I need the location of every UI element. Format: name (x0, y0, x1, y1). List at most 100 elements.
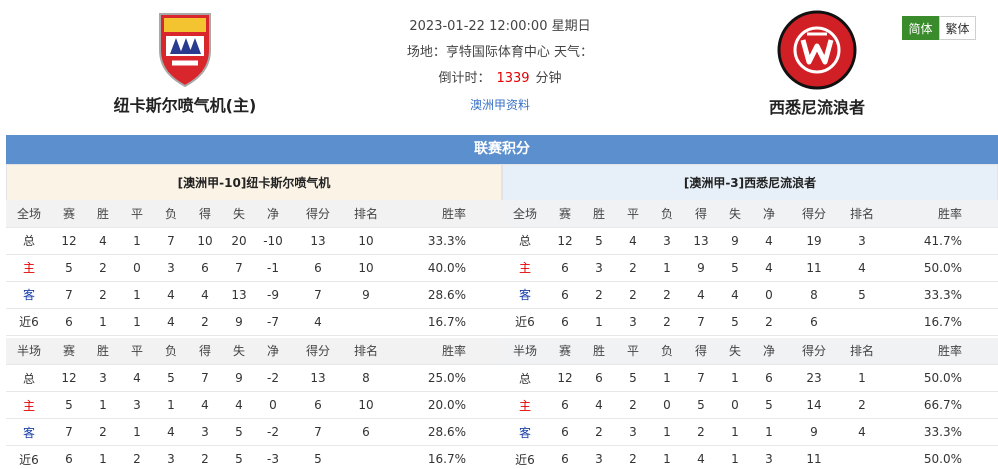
stat-cell: 7 (52, 418, 86, 446)
column-header: 排名 (346, 337, 386, 365)
stat-cell: 14 (786, 391, 842, 419)
away-team[interactable]: 西悉尼流浪者 (717, 10, 917, 118)
stat-cell: 11 (786, 254, 842, 282)
stat-cell (346, 308, 386, 336)
stat-cell: 6 (346, 418, 386, 446)
row-label[interactable]: 客 (502, 281, 548, 309)
column-header: 胜率 (882, 200, 998, 228)
row-label: 近6 (6, 308, 52, 336)
newcastle-jets-logo-icon (159, 13, 211, 88)
home-full-table: 全场赛胜平负得失净得分 排名 胜率总 12 4 1 7 10 20 -10 13 10 33.3% 主 5 2… (6, 200, 502, 336)
row-label[interactable]: 客 (6, 281, 52, 309)
row-label: 近6 (502, 445, 548, 469)
stat-cell: 4 (154, 308, 188, 336)
stat-cell: 6 (52, 308, 86, 336)
stat-cell: 6 (786, 308, 842, 336)
row-label[interactable]: 主 (6, 254, 52, 282)
stat-cell: 4 (290, 308, 346, 336)
stat-cell: 7 (290, 418, 346, 446)
table-row: 近6 6 1 3 2 7 5 2 6 16.7% (502, 308, 998, 336)
stat-cell: 13 (290, 227, 346, 255)
stat-cell: 9 (222, 308, 256, 336)
row-label: 近6 (6, 445, 52, 469)
stat-cell: 10 (346, 254, 386, 282)
stat-cell: 3 (616, 308, 650, 336)
stat-cell: 1 (718, 418, 752, 446)
stat-cell: 2 (616, 391, 650, 419)
traditional-chinese-button[interactable]: 繁体 (939, 16, 976, 40)
league-info-link[interactable]: 澳洲甲资料 (470, 98, 530, 112)
simplified-chinese-button[interactable]: 简体 (902, 16, 939, 40)
column-header: 赛 (52, 200, 86, 228)
stat-cell: 6 (548, 391, 582, 419)
stat-cell: 6 (548, 281, 582, 309)
stat-cell: 2 (650, 308, 684, 336)
stat-cell: 1 (842, 364, 882, 392)
column-header: 失 (222, 200, 256, 228)
column-header: 平 (616, 200, 650, 228)
stat-cell: 4 (188, 391, 222, 419)
column-header: 全场 (6, 200, 52, 228)
stat-cell (842, 308, 882, 336)
row-label[interactable]: 主 (6, 391, 52, 419)
stat-cell: 50.0% (882, 445, 998, 469)
stat-cell: 1 (86, 391, 120, 419)
stat-cell: 0 (752, 281, 786, 309)
stat-cell: 3 (154, 445, 188, 469)
row-label: 总 (6, 227, 52, 255)
stat-cell: 3 (582, 445, 616, 469)
column-header: 排名 (346, 200, 386, 228)
away-half-table: 半场赛胜平负得失净得分 排名 胜率总 12 6 5 1 7 1 6 23 1 50.0% 主 6 4 2 0 5 0 5… (502, 337, 998, 469)
stat-cell: 2 (616, 281, 650, 309)
stat-cell: 2 (650, 281, 684, 309)
row-label[interactable]: 主 (502, 254, 548, 282)
row-label[interactable]: 主 (502, 391, 548, 419)
column-header: 得分 (786, 337, 842, 365)
stat-cell: 6 (548, 445, 582, 469)
column-header: 净 (256, 200, 290, 228)
stat-cell: 5 (616, 364, 650, 392)
column-header: 得 (684, 337, 718, 365)
stat-cell: 50.0% (882, 364, 998, 392)
column-header: 半场 (6, 337, 52, 365)
stat-cell: 9 (684, 254, 718, 282)
match-datetime: 2023-01-22 12:00:00 星期日 (409, 19, 591, 34)
column-header: 平 (120, 337, 154, 365)
stat-cell: 9 (346, 281, 386, 309)
table-row: 客 7 2 1 4 4 13 -9 7 9 28.6% (6, 281, 502, 309)
stat-cell: 12 (52, 364, 86, 392)
stat-cell: 11 (786, 445, 842, 469)
stat-cell: 6 (582, 364, 616, 392)
stat-cell: 2 (86, 418, 120, 446)
stat-cell: 1 (120, 308, 154, 336)
stat-cell: 16.7% (882, 308, 998, 336)
row-label: 总 (502, 227, 548, 255)
language-switch: 简体 繁体 (902, 16, 976, 40)
column-header: 排名 (842, 200, 882, 228)
stat-cell: 9 (718, 227, 752, 255)
table-row: 主 5 1 3 1 4 4 0 6 10 20.0% (6, 391, 502, 419)
row-label[interactable]: 客 (6, 418, 52, 446)
stat-cell: 10 (346, 391, 386, 419)
stat-cell: 12 (52, 227, 86, 255)
column-header: 平 (120, 200, 154, 228)
stat-cell: 2 (86, 281, 120, 309)
stat-cell: 1 (718, 364, 752, 392)
row-label: 总 (6, 364, 52, 392)
stat-cell: 2 (842, 391, 882, 419)
stat-cell: -2 (256, 364, 290, 392)
home-team[interactable]: 纽卡斯尔喷气机(主) (85, 10, 285, 116)
stat-cell: -2 (256, 418, 290, 446)
stat-cell: 1 (120, 281, 154, 309)
table-row: 近6 6 1 1 4 2 9 -7 4 16.7% (6, 308, 502, 336)
column-header: 胜 (582, 200, 616, 228)
row-label[interactable]: 客 (502, 418, 548, 446)
stat-cell: 9 (786, 418, 842, 446)
stat-cell: 6 (52, 445, 86, 469)
home-half-table: 半场赛胜平负得失净得分 排名 胜率总 12 3 4 5 7 9 -2 13 8 25.0% 主 5 1 3 1 4 4… (6, 337, 502, 469)
table-row: 客 6 2 2 2 4 4 0 8 5 33.3% (502, 281, 998, 309)
column-header: 净 (752, 337, 786, 365)
stat-cell: 6 (290, 391, 346, 419)
column-header: 负 (154, 200, 188, 228)
western-sydney-wanderers-logo-icon (777, 10, 857, 90)
